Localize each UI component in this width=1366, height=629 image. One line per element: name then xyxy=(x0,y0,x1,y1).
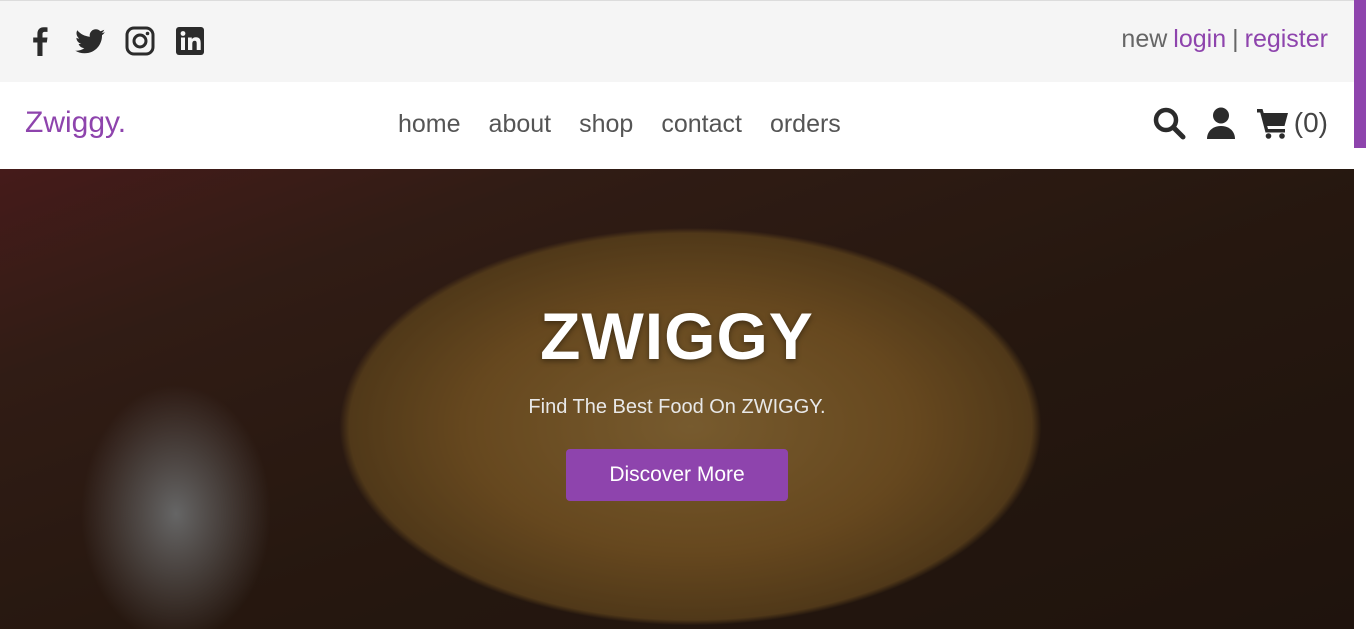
twitter-icon[interactable] xyxy=(74,25,106,57)
social-links xyxy=(24,25,206,57)
register-link[interactable]: register xyxy=(1245,25,1328,54)
nav-item-orders[interactable]: orders xyxy=(770,110,841,139)
hero-subtitle: Find The Best Food On ZWIGGY. xyxy=(528,396,826,418)
cart-count: (0) xyxy=(1293,107,1328,138)
auth-links: new login | register xyxy=(1121,25,1328,54)
cart-button[interactable]: (0) xyxy=(1256,106,1328,140)
hero-content: ZWIGGY Find The Best Food On ZWIGGY. Dis… xyxy=(0,169,1354,629)
login-link[interactable]: login xyxy=(1173,25,1226,54)
user-icon[interactable] xyxy=(1204,106,1238,140)
search-icon[interactable] xyxy=(1152,106,1186,140)
header-icons: (0) xyxy=(1152,106,1328,140)
linkedin-icon[interactable] xyxy=(174,25,206,57)
hero-title: ZWIGGY xyxy=(540,299,814,373)
auth-prefix: new xyxy=(1121,25,1168,53)
page-scrollbar[interactable] xyxy=(1354,0,1366,629)
nav-item-home[interactable]: home xyxy=(398,110,461,139)
auth-separator: | xyxy=(1232,25,1239,53)
facebook-icon[interactable] xyxy=(24,25,56,57)
hero-banner: ZWIGGY Find The Best Food On ZWIGGY. Dis… xyxy=(0,169,1354,629)
nav-item-about[interactable]: about xyxy=(489,110,552,139)
discover-more-button[interactable]: Discover More xyxy=(566,449,788,501)
scrollbar-thumb[interactable] xyxy=(1354,0,1366,148)
nav-item-shop[interactable]: shop xyxy=(579,110,633,139)
main-nav: home about shop contact orders xyxy=(398,110,841,139)
nav-item-contact[interactable]: contact xyxy=(661,110,742,139)
cart-icon xyxy=(1256,106,1290,140)
main-header: Zwiggy. home about shop contact orders (… xyxy=(0,82,1354,169)
site-logo[interactable]: Zwiggy. xyxy=(25,106,126,140)
instagram-icon[interactable] xyxy=(124,25,156,57)
top-bar: new login | register xyxy=(0,0,1354,82)
